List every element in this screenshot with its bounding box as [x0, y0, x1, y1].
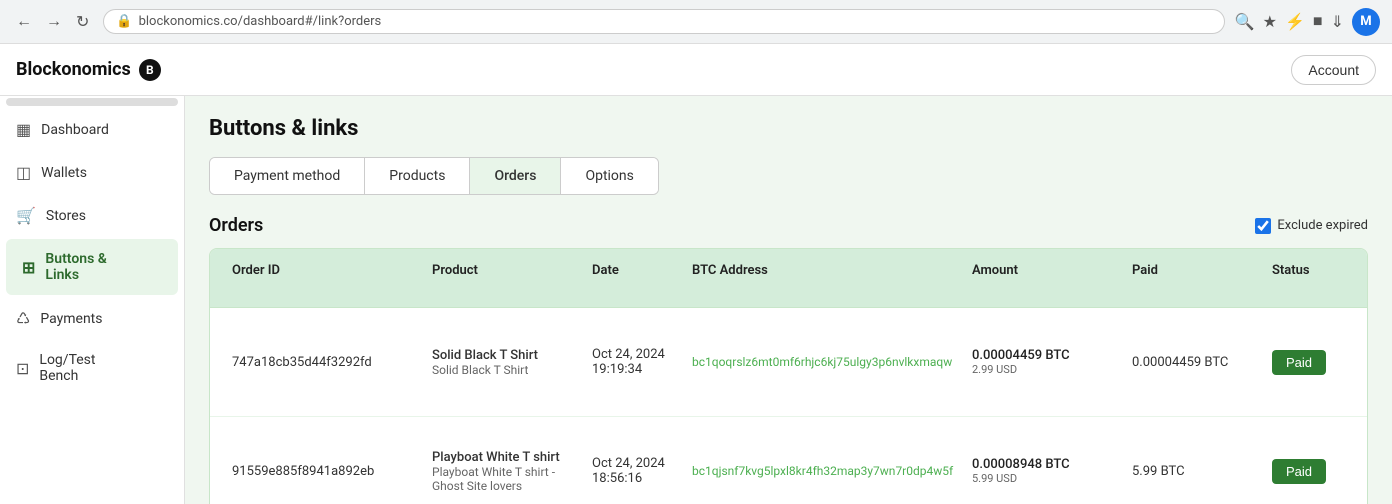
sidebar-item-buttons-links[interactable]: ⊞ Buttons &Links — [6, 239, 178, 295]
sidebar-item-payments[interactable]: ♺ Payments — [0, 297, 184, 340]
amount-1: 0.00004459 BTC 2.99 USD — [966, 344, 1126, 380]
browser-nav: ← → ↻ — [12, 10, 93, 34]
exclude-expired-label: Exclude expired — [1277, 218, 1368, 233]
table-row: 747a18cb35d44f3292fd Solid Black T Shirt… — [210, 308, 1367, 417]
sidebar-item-log-test[interactable]: ⊡ Log/TestBench — [0, 340, 184, 396]
col-status: Status — [1266, 259, 1366, 297]
customer-info-2: 👤 Tom ✉ test@test.com 📞 000000 📍 St Andr… — [1366, 429, 1368, 504]
product-name-2: Playboat White T shirt — [432, 450, 580, 465]
col-date: Date — [586, 259, 686, 297]
product-2: Playboat White T shirt Playboat White T … — [426, 446, 586, 497]
product-sub-1: Solid Black T Shirt — [432, 363, 580, 377]
wallets-icon: ◫ — [16, 163, 31, 182]
log-test-icon: ⊡ — [16, 359, 29, 378]
security-icon: 🔒 — [116, 14, 132, 29]
browser-actions: 🔍 ★ ⚡ ■ ⇓ M — [1235, 8, 1380, 36]
payments-icon: ♺ — [16, 309, 30, 328]
tab-options[interactable]: Options — [561, 158, 657, 194]
product-sub-2: Playboat White T shirt - Ghost Site love… — [432, 465, 580, 493]
sidebar-item-label: Wallets — [41, 165, 87, 181]
amount-btc-1: 0.00004459 BTC — [972, 348, 1120, 363]
search-icon[interactable]: 🔍 — [1235, 12, 1255, 32]
main-layout: ▦ Dashboard ◫ Wallets 🛒 Stores ⊞ Buttons… — [0, 96, 1392, 504]
status-2[interactable]: Paid — [1266, 455, 1366, 488]
btc-link-2[interactable]: bc1qjsnf7kvg5lpxl8kr4fh32map3y7wn7r0dp4w… — [692, 464, 953, 478]
logo-text: Blockonomics — [16, 59, 131, 80]
col-btc-address: BTC Address — [686, 259, 966, 297]
stores-icon: 🛒 — [16, 206, 36, 225]
page-title: Buttons & links — [209, 116, 1368, 141]
forward-button[interactable]: → — [42, 11, 66, 33]
sidebar-item-dashboard[interactable]: ▦ Dashboard — [0, 108, 184, 151]
paid-2: 5.99 BTC — [1126, 460, 1266, 483]
sidebar-item-label: Buttons &Links — [45, 251, 106, 283]
extension-icon[interactable]: ⚡ — [1285, 12, 1305, 32]
dashboard-icon: ▦ — [16, 120, 31, 139]
sidebar-item-label: Dashboard — [41, 122, 109, 138]
browser-bar: ← → ↻ 🔒 blockonomics.co/dashboard#/link?… — [0, 0, 1392, 44]
paid-1: 0.00004459 BTC — [1126, 351, 1266, 374]
col-order-id: Order ID — [226, 259, 426, 297]
orders-title: Orders — [209, 215, 263, 236]
bookmark-icon[interactable]: ★ — [1263, 12, 1277, 32]
account-button[interactable]: Account — [1291, 55, 1376, 85]
app-header: Blockonomics B Account — [0, 44, 1392, 96]
url-text: blockonomics.co/dashboard#/link?orders — [139, 14, 382, 29]
orders-section-header: Orders Exclude expired — [209, 215, 1368, 236]
profile-avatar[interactable]: M — [1352, 8, 1380, 36]
amount-usd-2: 5.99 USD — [972, 472, 1120, 485]
col-customer-info: Customer Info — [1366, 259, 1368, 297]
btc-address-1[interactable]: bc1qoqrslz6mt0mf6rhjc6kj75ulgy3p6nvlkxma… — [686, 350, 966, 374]
address-bar[interactable]: 🔒 blockonomics.co/dashboard#/link?orders — [103, 9, 1224, 34]
table-row: 91559e885f8941a892eb Playboat White T sh… — [210, 417, 1367, 504]
sidebar-item-label: Log/TestBench — [39, 352, 95, 384]
orders-table: Order ID Product Date BTC Address Amount… — [209, 248, 1368, 504]
back-button[interactable]: ← — [12, 11, 36, 33]
col-paid: Paid — [1126, 259, 1266, 297]
buttons-links-icon: ⊞ — [22, 258, 35, 277]
tab-bar: Payment method Products Orders Options — [209, 157, 659, 195]
amount-usd-1: 2.99 USD — [972, 363, 1120, 376]
date-text-2: Oct 24, 2024 — [592, 456, 680, 471]
sidebar-item-stores[interactable]: 🛒 Stores — [0, 194, 184, 237]
logo-b-icon: B — [139, 59, 161, 81]
product-name-1: Solid Black T Shirt — [432, 348, 580, 363]
scroll-indicator — [6, 98, 178, 106]
amount-btc-2: 0.00008948 BTC — [972, 457, 1120, 472]
tab-products[interactable]: Products — [365, 158, 470, 194]
refresh-button[interactable]: ↻ — [72, 10, 93, 34]
customer-info-1: 👤 Tom ✉ test@test.com 📞 0000000 📍 St And… — [1366, 320, 1368, 404]
order-id-1: 747a18cb35d44f3292fd — [226, 351, 426, 374]
download-icon[interactable]: ⇓ — [1331, 12, 1344, 32]
sidebar: ▦ Dashboard ◫ Wallets 🛒 Stores ⊞ Buttons… — [0, 96, 185, 504]
time-text-2: 18:56:16 — [592, 471, 680, 486]
date-2: Oct 24, 2024 18:56:16 — [586, 452, 686, 490]
date-1: Oct 24, 2024 19:19:34 — [586, 343, 686, 381]
tab-orders[interactable]: Orders — [470, 158, 561, 194]
tab-payment-method[interactable]: Payment method — [210, 158, 365, 194]
logo: Blockonomics B — [16, 59, 161, 81]
sidebar-item-label: Stores — [46, 208, 86, 224]
time-text-1: 19:19:34 — [592, 362, 680, 377]
col-product: Product — [426, 259, 586, 297]
btc-address-2[interactable]: bc1qjsnf7kvg5lpxl8kr4fh32map3y7wn7r0dp4w… — [686, 459, 966, 483]
status-paid-button-2[interactable]: Paid — [1272, 459, 1326, 484]
main-content: Buttons & links Payment method Products … — [185, 96, 1392, 504]
btc-link-1[interactable]: bc1qoqrslz6mt0mf6rhjc6kj75ulgy3p6nvlkxma… — [692, 355, 952, 369]
sidebar-item-wallets[interactable]: ◫ Wallets — [0, 151, 184, 194]
date-text-1: Oct 24, 2024 — [592, 347, 680, 362]
amount-2: 0.00008948 BTC 5.99 USD — [966, 453, 1126, 489]
col-amount: Amount — [966, 259, 1126, 297]
product-1: Solid Black T Shirt Solid Black T Shirt — [426, 344, 586, 381]
table-header: Order ID Product Date BTC Address Amount… — [210, 249, 1367, 308]
exclude-expired-control[interactable]: Exclude expired — [1255, 218, 1368, 234]
status-1[interactable]: Paid — [1266, 346, 1366, 379]
exclude-expired-checkbox[interactable] — [1255, 218, 1271, 234]
order-id-2: 91559e885f8941a892eb — [226, 460, 426, 483]
status-paid-button-1[interactable]: Paid — [1272, 350, 1326, 375]
extensions-icon[interactable]: ■ — [1313, 13, 1323, 31]
sidebar-item-label: Payments — [40, 311, 102, 327]
